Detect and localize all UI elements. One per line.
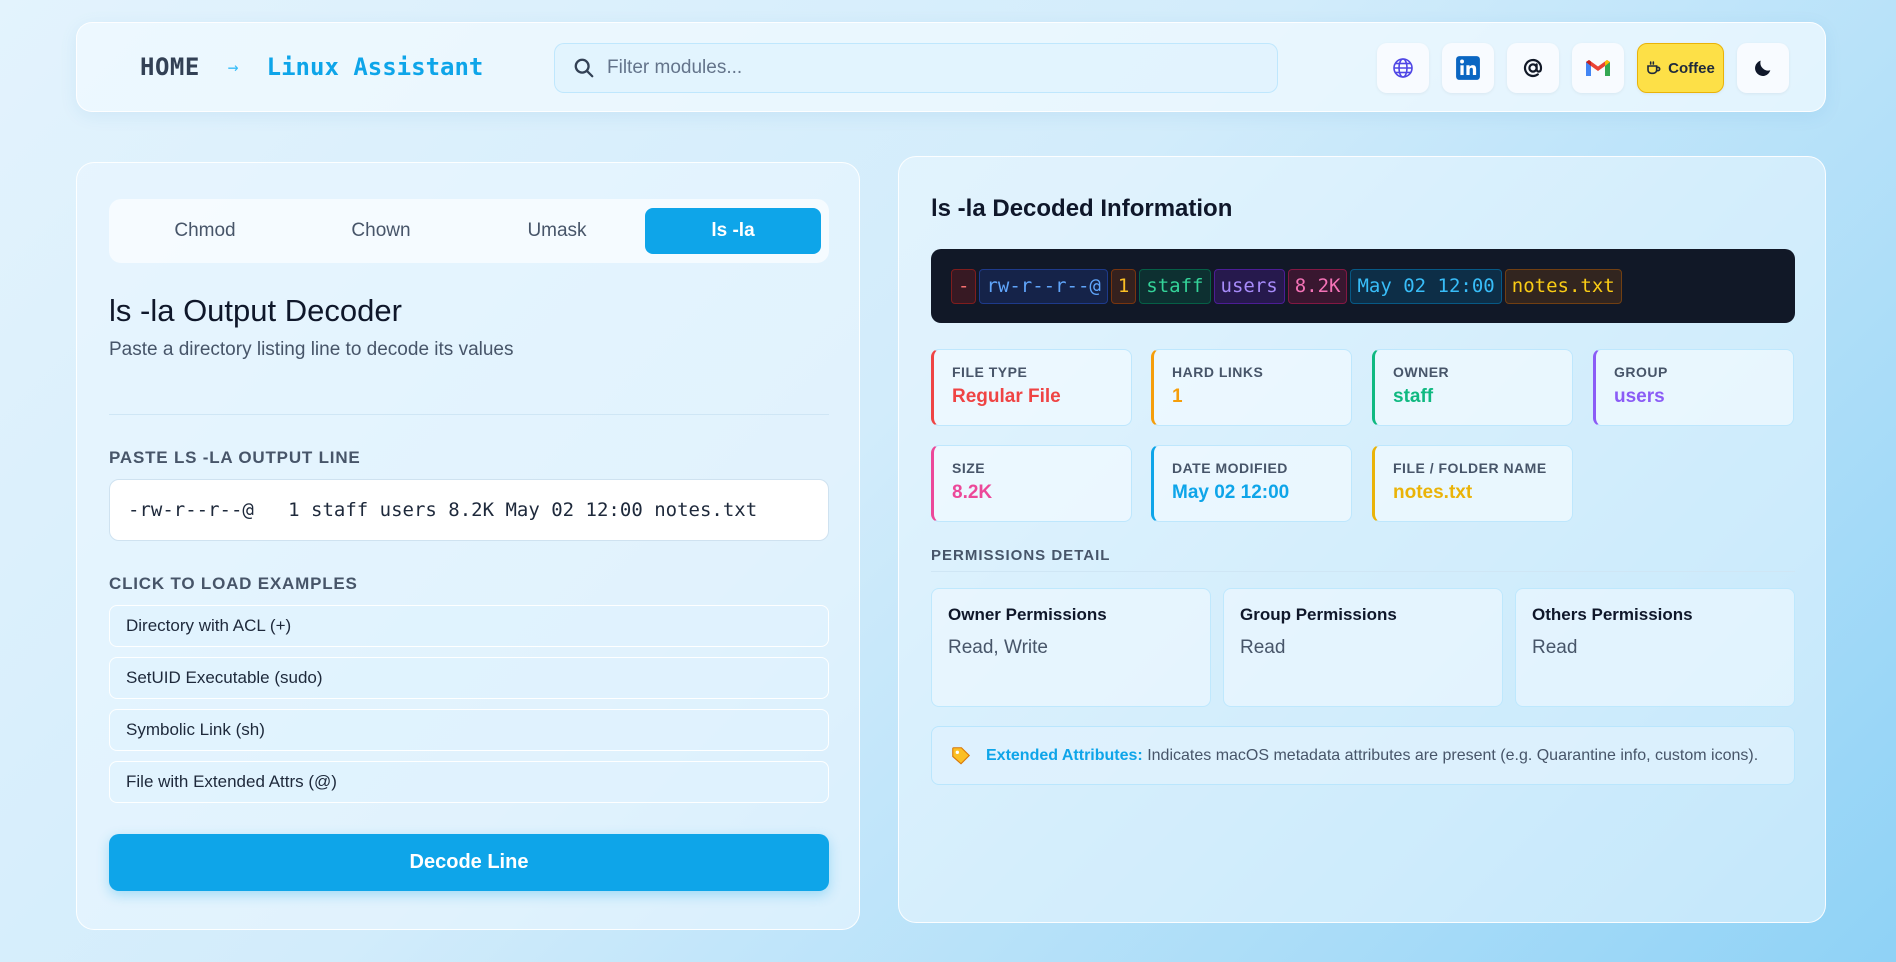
perm-value: Read [1532,637,1578,658]
moon-icon [1755,60,1771,76]
card-label: GROUP [1614,364,1668,380]
card-value: notes.txt [1393,482,1473,503]
permissions-label: PERMISSIONS DETAIL [931,547,1111,564]
breadcrumb-current: Linux Assistant [266,53,484,81]
website-button[interactable] [1377,43,1429,93]
extended-attributes-label: Extended Attributes: [986,747,1143,764]
page-title: ls -la Output Decoder [109,293,402,328]
perm-title: Owner Permissions [948,605,1107,624]
card-value: 1 [1172,386,1183,407]
tab-chmod[interactable]: Chmod [117,208,293,254]
linkedin-button[interactable] [1442,43,1494,93]
owner-permissions: Owner Permissions Read, Write [931,588,1211,707]
ls-output-input[interactable]: -rw-r--r--@ 1 staff users 8.2K May 02 12… [109,479,829,541]
perm-title: Group Permissions [1240,605,1397,624]
example-directory-acl[interactable]: Directory with ACL (+) [109,605,829,647]
card-hard-links: HARD LINKS 1 [1151,349,1352,426]
token-group: users [1213,268,1285,304]
at-icon [1523,58,1543,78]
globe-icon [1393,58,1413,78]
card-date-modified: DATE MODIFIED May 02 12:00 [1151,445,1352,522]
tab-chown[interactable]: Chown [293,208,469,254]
permissions-divider [931,571,1795,572]
token-permissions: rw-r--r--@ [979,268,1108,304]
terminal-token-line: - rw-r--r--@ 1 staff users 8.2K May 02 1… [931,249,1795,323]
others-permissions: Others Permissions Read [1515,588,1795,707]
token-size: 8.2K [1287,268,1348,304]
decoder-input-panel: Chmod Chown Umask ls -la ls -la Output D… [76,162,860,930]
token-date: May 02 12:00 [1350,268,1502,304]
linkedin-icon [1456,56,1480,80]
perm-title: Others Permissions [1532,605,1693,624]
card-label: DATE MODIFIED [1172,460,1288,476]
card-label: OWNER [1393,364,1450,380]
card-value: May 02 12:00 [1172,482,1290,503]
section-divider [109,414,829,415]
top-header: HOME → Linux Assistant Coffee [76,22,1826,112]
tab-umask[interactable]: Umask [469,208,645,254]
decoded-title: ls -la Decoded Information [931,195,1233,222]
card-size: SIZE 8.2K [931,445,1132,522]
token-file-type: - [951,268,977,304]
card-group: GROUP users [1593,349,1794,426]
header-icon-bar: Coffee [1377,43,1789,93]
card-value: Regular File [952,386,1061,407]
page-subtitle: Paste a directory listing line to decode… [109,339,514,360]
theme-toggle-button[interactable] [1737,43,1789,93]
card-value: users [1614,386,1665,407]
breadcrumb-arrow-icon: → [227,56,239,78]
coffee-label: Coffee [1668,59,1715,77]
breadcrumb: HOME → Linux Assistant [140,53,483,81]
search-icon [574,58,594,78]
tool-tabs: Chmod Chown Umask ls -la [109,199,829,263]
input-label: PASTE LS -LA OUTPUT LINE [109,448,361,467]
gmail-icon [1586,60,1610,76]
card-value: 8.2K [952,482,993,503]
extended-attributes-note: Extended Attributes: Indicates macOS met… [931,726,1795,785]
tag-icon [952,746,971,765]
example-extended-attrs[interactable]: File with Extended Attrs (@) [109,761,829,803]
token-hard-links: 1 [1110,268,1137,304]
extended-attributes-text: Extended Attributes: Indicates macOS met… [986,746,1776,765]
examples-label: CLICK TO LOAD EXAMPLES [109,574,358,593]
card-label: SIZE [952,460,986,476]
group-permissions: Group Permissions Read [1223,588,1503,707]
decode-line-button[interactable]: Decode Line [109,834,829,891]
decoded-info-panel: ls -la Decoded Information - rw-r--r--@ … [898,156,1826,923]
search-input[interactable] [607,57,1247,79]
card-owner: OWNER staff [1372,349,1573,426]
module-search [554,43,1278,93]
card-file-name: FILE / FOLDER NAME notes.txt [1372,445,1573,522]
tab-ls-la[interactable]: ls -la [645,208,821,254]
breadcrumb-home[interactable]: HOME [140,53,200,81]
email-button[interactable] [1507,43,1559,93]
example-symbolic-link[interactable]: Symbolic Link (sh) [109,709,829,751]
card-value: staff [1393,386,1434,407]
coffee-icon [1647,61,1661,75]
card-label: FILE TYPE [952,364,1028,380]
card-file-type: FILE TYPE Regular File [931,349,1132,426]
card-label: FILE / FOLDER NAME [1393,460,1547,476]
card-label: HARD LINKS [1172,364,1264,380]
extended-attributes-description: Indicates macOS metadata attributes are … [1147,747,1759,764]
perm-value: Read [1240,637,1286,658]
example-setuid-executable[interactable]: SetUID Executable (sudo) [109,657,829,699]
token-owner: staff [1139,268,1211,304]
perm-value: Read, Write [948,637,1048,658]
gmail-button[interactable] [1572,43,1624,93]
token-filename: notes.txt [1504,268,1622,304]
coffee-button[interactable]: Coffee [1637,43,1724,93]
